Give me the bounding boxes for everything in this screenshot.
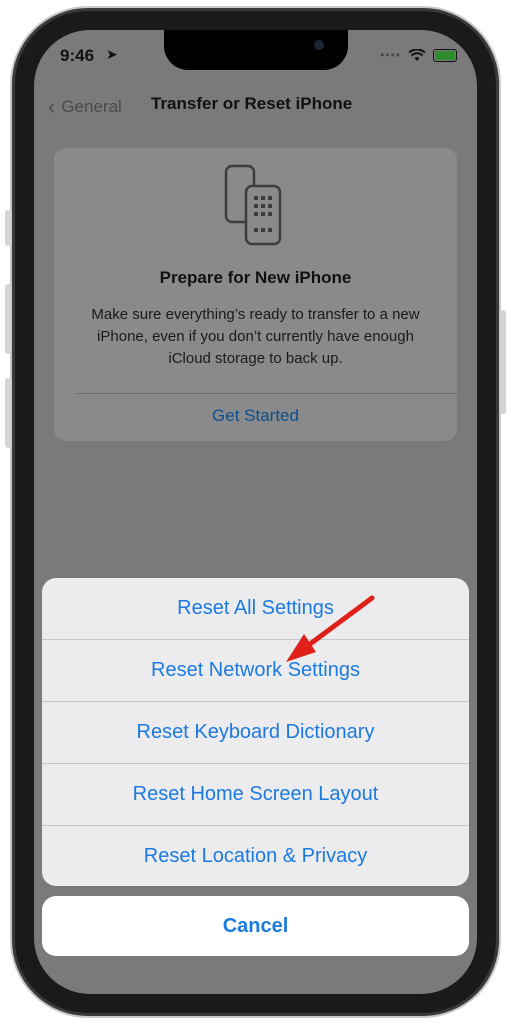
volume-down-button	[5, 378, 11, 448]
divider	[76, 393, 457, 394]
get-started-link[interactable]: Get Started	[54, 406, 457, 426]
phone-screen: 9:46 ➤ •••• ‹ General Transfer or Reset …	[34, 30, 477, 994]
notch	[164, 30, 348, 70]
reset-network-settings-button[interactable]: Reset Network Settings	[42, 640, 469, 702]
reset-action-sheet: Reset All Settings Reset Network Setting…	[42, 578, 469, 886]
reset-keyboard-dictionary-button[interactable]: Reset Keyboard Dictionary	[42, 702, 469, 764]
back-button[interactable]: ‹ General	[48, 94, 122, 120]
power-button	[500, 310, 506, 414]
volume-up-button	[5, 284, 11, 354]
chevron-left-icon: ‹	[48, 94, 56, 119]
card-description: Make sure everything’s ready to transfer…	[91, 306, 420, 367]
battery-icon	[433, 48, 457, 62]
cancel-button[interactable]: Cancel	[42, 896, 469, 956]
back-label: General	[61, 97, 122, 116]
page-title: Transfer or Reset iPhone	[151, 94, 353, 113]
camera-icon	[314, 40, 324, 50]
signal-dots-icon: ••••	[380, 48, 401, 62]
status-time: 9:46	[60, 46, 95, 65]
reset-all-settings-button[interactable]: Reset All Settings	[42, 578, 469, 640]
transfer-phones-icon	[224, 164, 282, 246]
location-arrow-icon: ➤	[106, 46, 118, 62]
wifi-icon	[408, 48, 426, 61]
reset-home-screen-layout-button[interactable]: Reset Home Screen Layout	[42, 764, 469, 826]
card-title: Prepare for New iPhone	[159, 268, 352, 287]
prepare-card: Prepare for New iPhone Make sure everyth…	[54, 148, 457, 441]
action-button	[5, 210, 11, 246]
status-icons: ••••	[380, 48, 457, 62]
reset-location-privacy-button[interactable]: Reset Location & Privacy	[42, 826, 469, 886]
